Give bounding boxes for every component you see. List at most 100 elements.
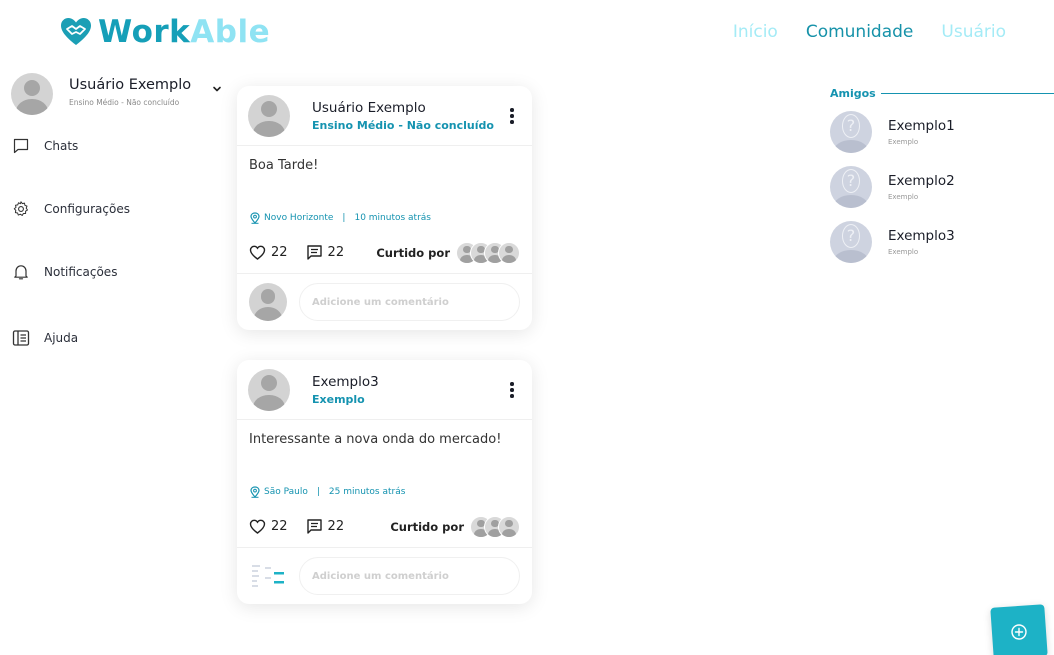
post-card: Exemplo3 Exemplo Interessante a nova ond… <box>237 360 532 604</box>
post-time: 10 minutos atrás <box>354 213 431 223</box>
sidebar-item-label: Ajuda <box>44 331 79 345</box>
profile-text: Usuário Exemplo Ensino Médio - Não concl… <box>69 77 191 107</box>
avatar <box>498 241 520 264</box>
sidebar-item-label: Notificações <box>44 265 118 279</box>
more-options-icon[interactable] <box>510 382 514 398</box>
sidebar-item-label: Configurações <box>44 202 130 216</box>
post-card: Usuário Exemplo Ensino Médio - Não concl… <box>237 86 532 330</box>
comment-button[interactable]: 22 <box>306 518 345 535</box>
heart-icon <box>249 519 266 534</box>
avatar <box>498 515 520 538</box>
friend-name: Exemplo2 <box>888 173 955 189</box>
post-text: Interessante a nova onda do mercado! <box>249 432 502 447</box>
avatar[interactable] <box>248 368 290 411</box>
chevron-down-icon[interactable] <box>210 82 224 96</box>
friends-title-text: Amigos <box>830 87 876 100</box>
friend-text: Exemplo1 Exemplo <box>888 118 955 146</box>
new-post-button[interactable] <box>990 604 1048 655</box>
friend-item[interactable]: ? Exemplo1 Exemplo <box>830 111 1054 153</box>
post-meta: Novo Horizonte | 10 minutos atrás <box>237 204 532 232</box>
divider <box>880 93 1054 94</box>
nav-comunidade[interactable]: Comunidade <box>806 22 914 42</box>
location-pin-icon <box>250 212 260 224</box>
friend-subtitle: Exemplo <box>888 138 919 146</box>
comment-input[interactable] <box>299 557 520 595</box>
friend-name: Exemplo3 <box>888 228 955 244</box>
post-header: Usuário Exemplo Ensino Médio - Não concl… <box>237 86 532 146</box>
friend-text: Exemplo3 Exemplo <box>888 228 955 256</box>
friend-subtitle: Exemplo <box>888 248 919 256</box>
liked-by-label: Curtido por <box>390 519 464 534</box>
post-text: Boa Tarde! <box>249 158 319 173</box>
avatar[interactable] <box>248 94 290 137</box>
friends-title: Amigos <box>830 87 1054 100</box>
brand-logo[interactable]: WorkAble <box>60 14 270 50</box>
sidebar-item-notificacoes[interactable]: Notificações <box>12 263 117 281</box>
chat-icon <box>13 138 29 154</box>
post-header: Exemplo3 Exemplo <box>237 360 532 420</box>
liked-by-avatars <box>470 515 520 538</box>
post-actions: 22 22 Curtido por <box>237 506 532 548</box>
profile-name: Usuário Exemplo <box>69 77 192 93</box>
heart-icon <box>249 245 266 260</box>
liked-by[interactable]: Curtido por <box>376 241 520 264</box>
post-author-name[interactable]: Usuário Exemplo <box>312 100 494 116</box>
friend-name: Exemplo1 <box>888 118 955 134</box>
friend-item[interactable]: ? Exemplo2 Exemplo <box>830 166 1054 208</box>
avatar <box>249 283 287 321</box>
sidebar-item-chats[interactable]: Chats <box>12 137 78 155</box>
brand-name-part1: Work <box>98 14 191 50</box>
liked-by-avatars <box>456 241 520 264</box>
comment-button[interactable]: 22 <box>306 244 345 261</box>
comment-icon <box>306 519 322 534</box>
bell-icon <box>14 265 28 280</box>
unknown-user-icon: ? <box>830 166 872 208</box>
like-count: 22 <box>271 519 288 534</box>
post-actions: 22 22 Curtido por <box>237 232 532 274</box>
sidebar-item-label: Chats <box>44 139 79 153</box>
meta-divider: | <box>316 487 320 497</box>
comment-composer <box>237 274 532 330</box>
avatar <box>11 73 53 115</box>
post-author: Exemplo3 Exemplo <box>312 374 379 406</box>
unknown-user-icon: ? <box>830 221 872 263</box>
like-button[interactable]: 22 <box>249 244 288 261</box>
sidebar-item-configuracoes[interactable]: Configurações <box>12 200 130 218</box>
comment-count: 22 <box>327 519 345 534</box>
post-author-name[interactable]: Exemplo3 <box>312 374 379 390</box>
sidebar-profile[interactable]: Usuário Exemplo Ensino Médio - Não concl… <box>11 73 191 115</box>
nav-usuario[interactable]: Usuário <box>941 22 1006 42</box>
help-book-icon <box>12 330 30 346</box>
post-location[interactable]: Novo Horizonte <box>264 213 333 223</box>
like-button[interactable]: 22 <box>249 518 288 535</box>
post-location[interactable]: São Paulo <box>264 487 308 497</box>
location-pin-icon <box>250 486 260 498</box>
liked-by[interactable]: Curtido por <box>390 515 520 538</box>
broken-image-icon <box>249 557 287 595</box>
more-options-icon[interactable] <box>510 108 514 124</box>
post-author-role: Exemplo <box>312 392 365 406</box>
liked-by-label: Curtido por <box>376 245 450 260</box>
comment-input[interactable] <box>299 283 520 321</box>
post-author: Usuário Exemplo Ensino Médio - Não concl… <box>312 100 494 132</box>
post-meta: São Paulo | 25 minutos atrás <box>237 478 532 506</box>
nav-inicio[interactable]: Início <box>733 22 778 42</box>
comment-count: 22 <box>327 245 345 260</box>
heart-handshake-icon <box>61 18 91 45</box>
profile-subtitle: Ensino Médio - Não concluído <box>69 98 180 107</box>
brand-name: WorkAble <box>98 14 270 50</box>
meta-divider: | <box>342 213 346 223</box>
friend-subtitle: Exemplo <box>888 193 919 201</box>
plus-circle-icon <box>1011 624 1027 640</box>
gear-icon <box>13 201 28 216</box>
like-count: 22 <box>271 245 288 260</box>
unknown-user-icon: ? <box>830 111 872 153</box>
post-author-role: Ensino Médio - Não concluído <box>312 118 494 132</box>
friend-item[interactable]: ? Exemplo3 Exemplo <box>830 221 1054 263</box>
post-time: 25 minutos atrás <box>328 487 406 497</box>
comment-icon <box>306 245 322 260</box>
comment-composer <box>237 548 532 604</box>
friends-panel: Amigos ? Exemplo1 Exemplo ? Exemplo2 Exe… <box>830 87 1054 263</box>
sidebar-item-ajuda[interactable]: Ajuda <box>12 329 78 347</box>
friend-text: Exemplo2 Exemplo <box>888 173 955 201</box>
